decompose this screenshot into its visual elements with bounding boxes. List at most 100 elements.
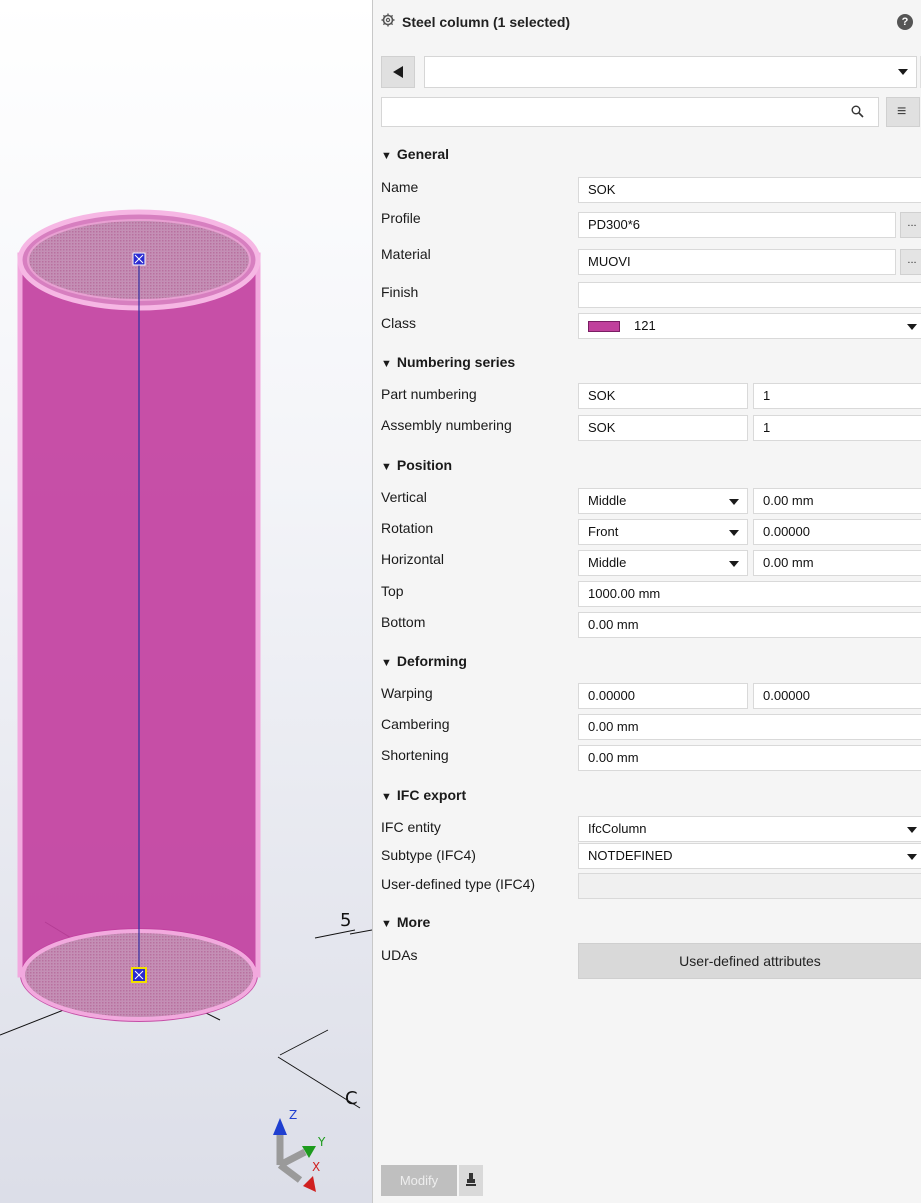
material-field[interactable]: MUOVI — [578, 249, 896, 275]
back-button[interactable] — [381, 56, 415, 88]
gear-icon — [381, 13, 395, 27]
cambering-field[interactable]: 0.00 mm — [578, 714, 921, 740]
user-defined-type-label: User-defined type (IFC4) — [381, 876, 536, 892]
section-position[interactable]: ▼ Position — [381, 457, 452, 473]
section-more[interactable]: ▼ More — [381, 914, 430, 930]
horizontal-value: Middle — [588, 555, 627, 570]
part-prefix-field[interactable]: SOK — [578, 383, 748, 409]
model-viewport[interactable]: 5 C Z Y X — [0, 0, 372, 1203]
horizontal-offset-field[interactable]: 0.00 mm — [753, 550, 921, 576]
chevron-down-icon — [729, 530, 739, 536]
collapse-triangle-icon: ▼ — [381, 657, 392, 669]
horizontal-dropdown[interactable]: Middle — [578, 550, 748, 576]
preset-dropdown[interactable] — [424, 56, 917, 88]
steel-column[interactable] — [17, 209, 261, 1022]
assembly-prefix-field[interactable]: SOK — [578, 415, 748, 441]
class-dropdown[interactable]: 121 — [578, 313, 921, 339]
user-defined-type-field[interactable] — [578, 873, 921, 899]
ifc-entity-value: IfcColumn — [588, 821, 647, 836]
grid-label-5: 5 — [340, 910, 352, 931]
user-defined-attributes-button[interactable]: User-defined attributes — [578, 943, 921, 979]
grid-line — [314, 929, 356, 939]
name-label: Name — [381, 179, 419, 195]
chevron-down-icon — [907, 324, 917, 330]
shortening-field[interactable]: 0.00 mm — [578, 745, 921, 771]
hamburger-icon: ≡ — [897, 103, 907, 120]
viewport-canvas[interactable] — [0, 0, 372, 1203]
warping-label: Warping — [381, 685, 433, 701]
collapse-triangle-icon: ▼ — [381, 150, 392, 162]
part-numbering-label: Part numbering — [381, 386, 477, 402]
assembly-numbering-label: Assembly numbering — [381, 417, 512, 433]
finish-field[interactable] — [578, 282, 921, 308]
vertical-dropdown[interactable]: Middle — [578, 488, 748, 514]
bottom-field[interactable]: 0.00 mm — [578, 612, 921, 638]
pick-icon — [466, 1173, 476, 1186]
ifc-entity-label: IFC entity — [381, 819, 441, 835]
collapse-triangle-icon: ▼ — [381, 358, 392, 370]
rotation-dropdown[interactable]: Front — [578, 519, 748, 545]
horizontal-label: Horizontal — [381, 551, 445, 567]
subtype-dropdown[interactable]: NOTDEFINED — [578, 843, 921, 869]
axis-label-y: Y — [318, 1135, 326, 1149]
axis-gizmo-icon — [273, 1118, 316, 1192]
class-label: Class — [381, 315, 417, 331]
end-handle[interactable] — [131, 967, 147, 983]
collapse-triangle-icon: ▼ — [381, 791, 392, 803]
finish-label: Finish — [381, 284, 419, 300]
collapse-triangle-icon: ▼ — [381, 918, 392, 930]
chevron-down-icon — [907, 827, 917, 833]
subtype-value: NOTDEFINED — [588, 848, 673, 863]
section-ifc-export[interactable]: ▼ IFC export — [381, 787, 466, 803]
shortening-label: Shortening — [381, 747, 449, 763]
modify-button[interactable]: Modify — [381, 1165, 457, 1196]
chevron-down-icon — [907, 854, 917, 860]
class-value: 121 — [634, 318, 656, 333]
panel-title: Steel column (1 selected) — [402, 14, 571, 30]
arrow-left-icon — [393, 66, 403, 78]
cambering-label: Cambering — [381, 716, 450, 732]
search-icon[interactable] — [851, 105, 864, 118]
section-deforming[interactable]: ▼ Deforming — [381, 653, 467, 669]
chevron-down-icon — [898, 69, 908, 75]
part-start-field[interactable]: 1 — [753, 383, 921, 409]
vertical-value: Middle — [588, 493, 627, 508]
help-icon[interactable]: ? — [897, 14, 913, 30]
name-field[interactable]: SOK — [578, 177, 921, 203]
section-general[interactable]: ▼ General — [381, 146, 449, 162]
class-color-swatch — [588, 321, 620, 333]
axis-label-x: X — [312, 1160, 321, 1174]
material-browse-button[interactable]: ... — [900, 249, 921, 275]
pick-button[interactable] — [459, 1165, 483, 1196]
vertical-offset-field[interactable]: 0.00 mm — [753, 488, 921, 514]
assembly-start-field[interactable]: 1 — [753, 415, 921, 441]
ifc-entity-dropdown[interactable]: IfcColumn — [578, 816, 921, 842]
section-numbering[interactable]: ▼ Numbering series — [381, 354, 515, 370]
collapse-triangle-icon: ▼ — [381, 461, 392, 473]
search-box[interactable] — [381, 97, 879, 127]
vertical-label: Vertical — [381, 489, 427, 505]
start-handle[interactable] — [132, 252, 146, 266]
chevron-down-icon — [729, 499, 739, 505]
panel-titlebar: Steel column (1 selected) ? ✕ — [373, 10, 921, 36]
profile-field[interactable]: PD300*6 — [578, 212, 896, 238]
top-label: Top — [381, 583, 404, 599]
warping-end-field[interactable]: 0.00000 — [753, 683, 921, 709]
profile-label: Profile — [381, 210, 421, 226]
search-input[interactable] — [388, 99, 832, 127]
grid-line — [279, 1029, 329, 1056]
options-menu-button[interactable]: ≡ — [886, 97, 920, 127]
properties-panel: Steel column (1 selected) ? ✕ ≡ ▼General… — [372, 0, 921, 1203]
rotation-label: Rotation — [381, 520, 434, 536]
udas-label: UDAs — [381, 947, 418, 963]
bottom-label: Bottom — [381, 614, 426, 630]
subtype-label: Subtype (IFC4) — [381, 847, 476, 863]
rotation-value: Front — [588, 524, 619, 539]
grid-label-c: C — [345, 1088, 358, 1109]
profile-browse-button[interactable]: ... — [900, 212, 921, 238]
top-field[interactable]: 1000.00 mm — [578, 581, 921, 607]
warping-start-field[interactable]: 0.00000 — [578, 683, 748, 709]
axis-label-z: Z — [289, 1108, 298, 1122]
rotation-offset-field[interactable]: 0.00000 — [753, 519, 921, 545]
material-label: Material — [381, 246, 431, 262]
